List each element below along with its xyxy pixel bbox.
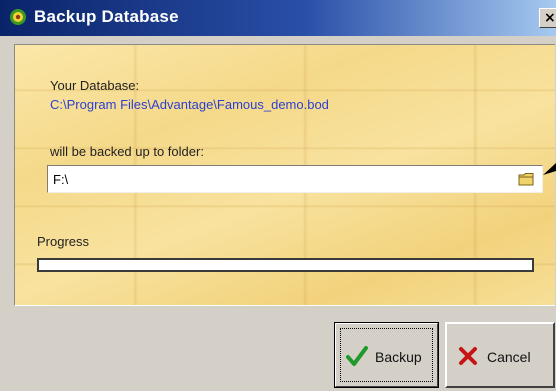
close-icon: ×	[544, 10, 556, 26]
folder-icon[interactable]	[518, 171, 535, 187]
database-path: C:\Program Files\Advantage\Famous_demo.b…	[50, 97, 329, 112]
window-title: Backup Database	[34, 7, 179, 26]
progress-label: Progress	[37, 234, 90, 249]
folder-field[interactable]: F:\	[47, 165, 543, 193]
progress-bar	[37, 258, 534, 272]
database-label: Your Database:	[50, 78, 140, 93]
cancel-button-label: Cancel	[487, 349, 531, 365]
checkmark-icon	[346, 346, 368, 366]
cross-icon	[459, 347, 477, 365]
backup-button-label: Backup	[375, 349, 422, 365]
backup-panel: Your Database: C:\Program Files\Advantag…	[14, 44, 555, 306]
app-icon	[10, 9, 26, 25]
close-button[interactable]: ×	[539, 8, 556, 28]
title-bar[interactable]: Backup Database ×	[0, 0, 556, 36]
backup-button[interactable]: Backup	[334, 322, 439, 388]
pointer-arrow-icon	[543, 163, 556, 175]
backup-database-dialog: Backup Database × Your Database: C:\Prog…	[0, 0, 556, 391]
folder-label: will be backed up to folder:	[50, 144, 204, 159]
folder-value: F:\	[53, 172, 69, 187]
cancel-button[interactable]: Cancel	[445, 322, 555, 388]
